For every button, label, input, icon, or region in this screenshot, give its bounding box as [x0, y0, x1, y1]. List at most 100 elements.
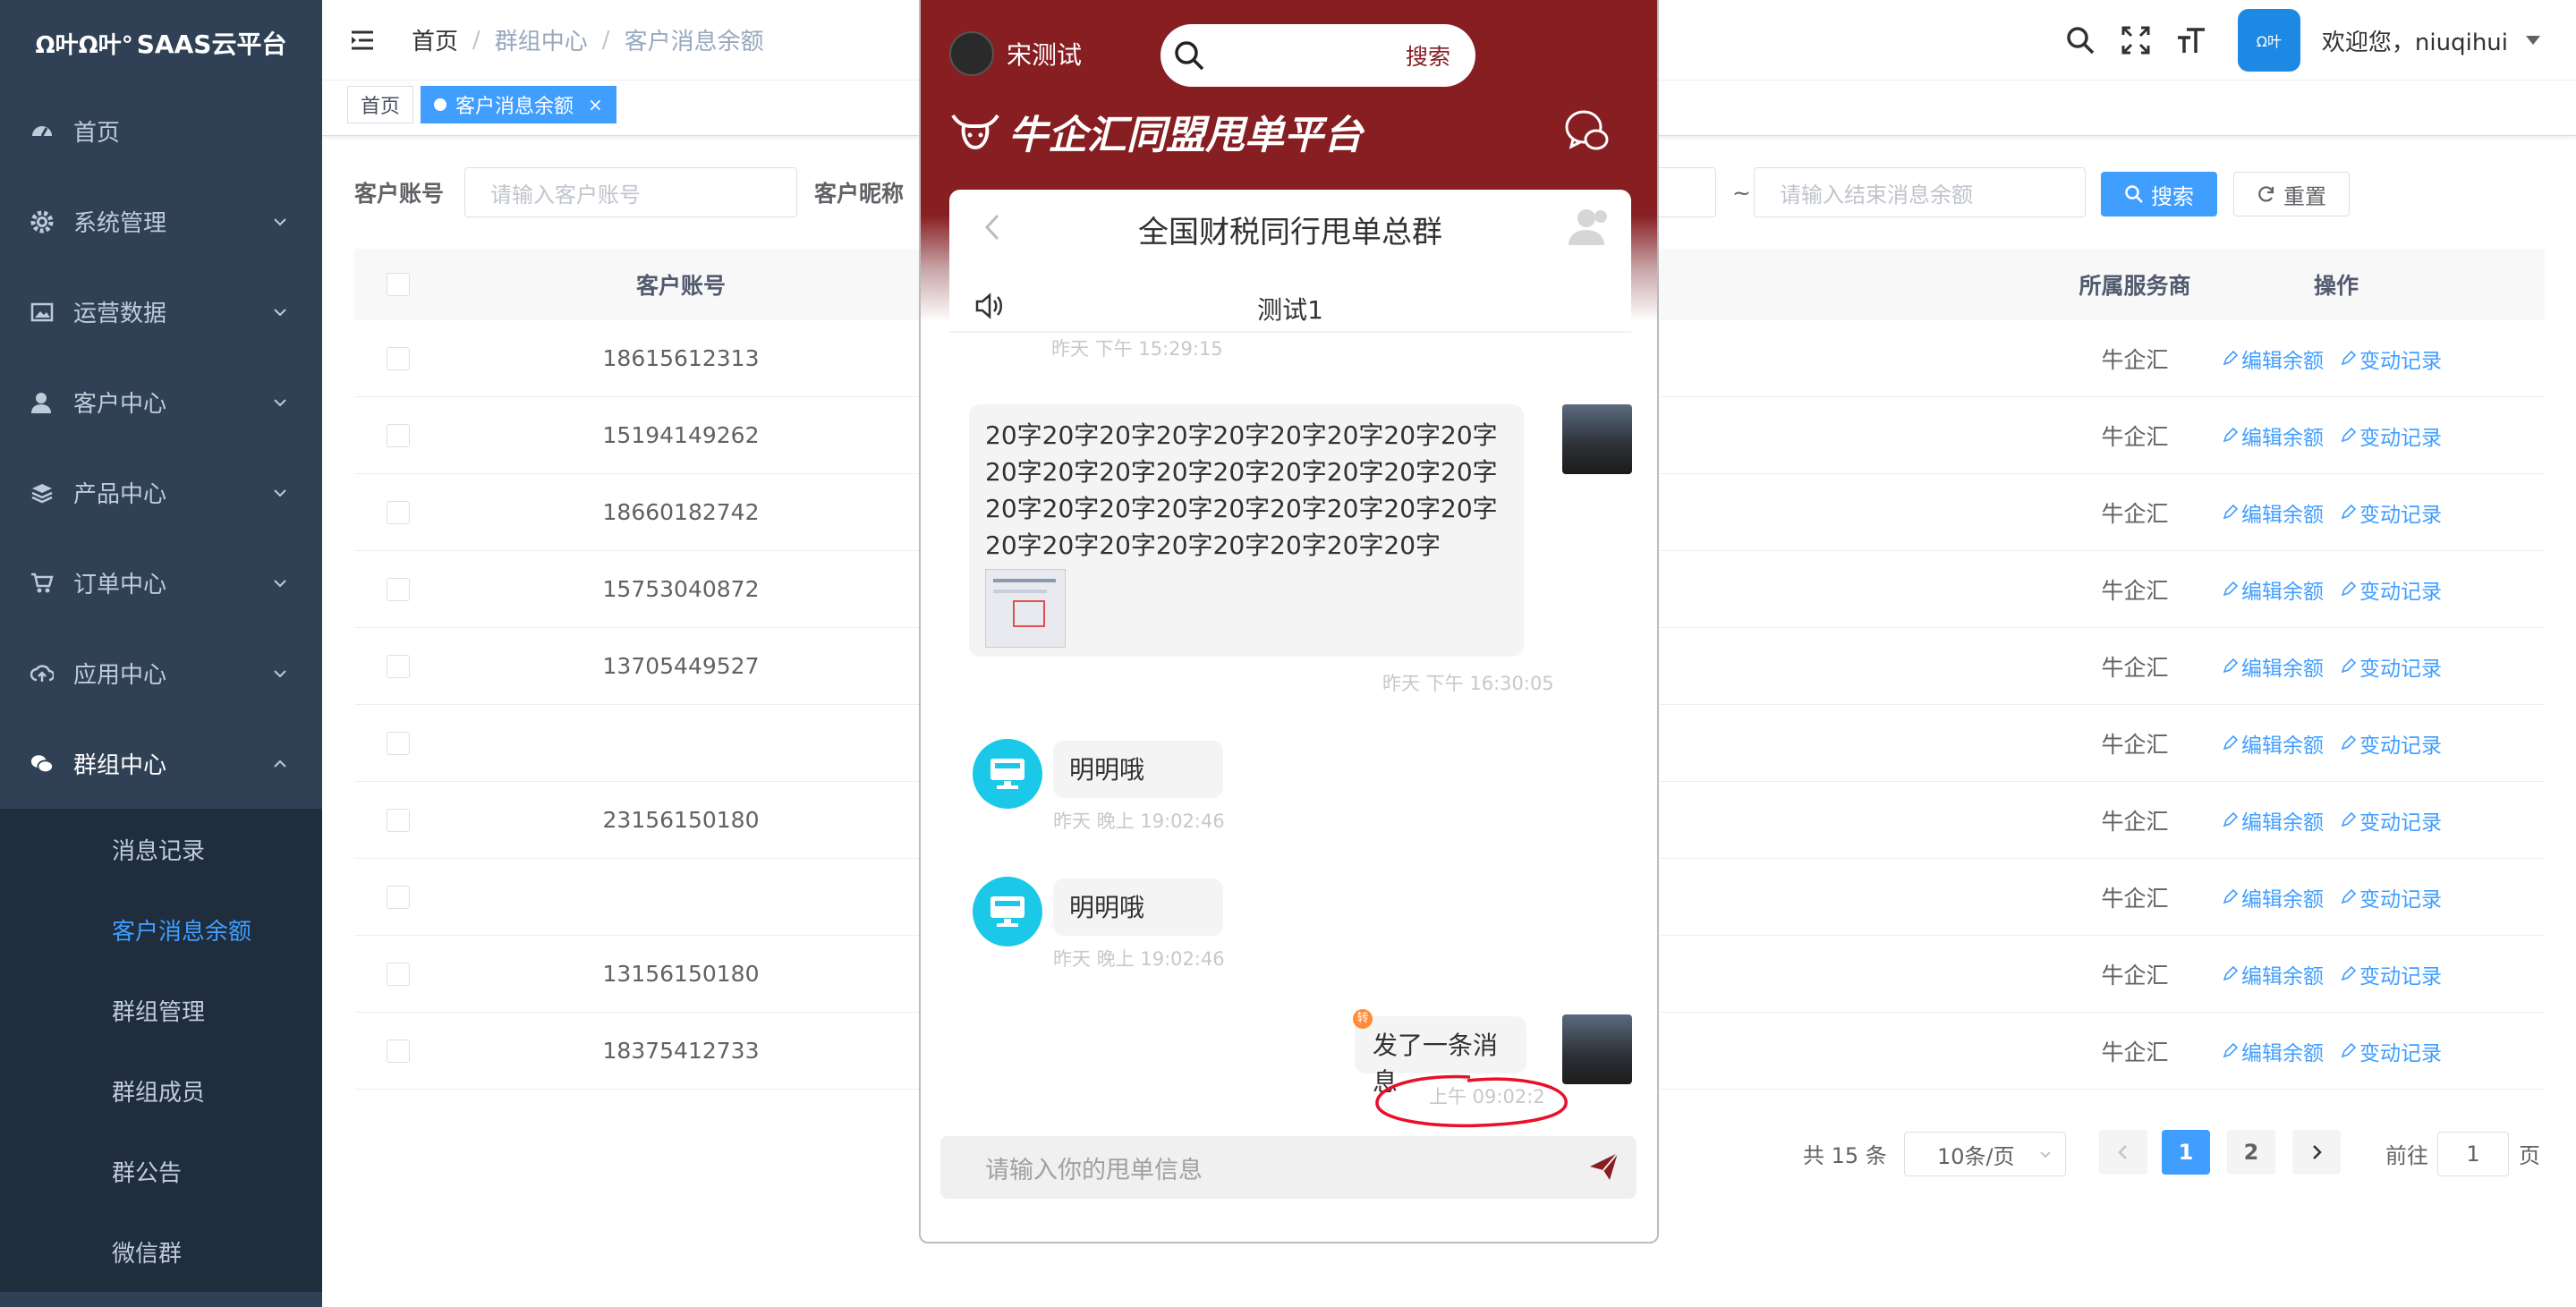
- row-checkbox[interactable]: [387, 732, 410, 755]
- row-checkbox[interactable]: [387, 809, 410, 832]
- page-size-select[interactable]: 10条/页: [1904, 1132, 2066, 1176]
- row-actions: 编辑余额 变动记录: [2222, 474, 2458, 550]
- change-log-label: 变动记录: [2359, 964, 2442, 989]
- message-text: 明明哦: [1069, 893, 1145, 922]
- edit-balance-link[interactable]: 编辑余额: [2222, 805, 2324, 836]
- close-icon[interactable]: ×: [588, 94, 603, 115]
- row-checkbox[interactable]: [387, 578, 410, 601]
- tag-home[interactable]: 首页: [347, 86, 414, 123]
- message-input[interactable]: 请输入你的甩单信息: [940, 1136, 1637, 1199]
- message-bubble-self[interactable]: 转 发了一条消息: [1353, 1009, 1526, 1097]
- edit-balance-link[interactable]: 编辑余额: [2222, 344, 2324, 374]
- breadcrumb-home[interactable]: 首页: [412, 23, 458, 56]
- change-log-link[interactable]: 变动记录: [2340, 959, 2442, 989]
- select-all-checkbox[interactable]: [387, 273, 410, 296]
- change-log-link[interactable]: 变动记录: [2340, 651, 2442, 682]
- sidebar-item-product[interactable]: 产品中心: [0, 447, 322, 538]
- mobile-user[interactable]: 宋测试: [949, 31, 1082, 76]
- edit-balance-link[interactable]: 编辑余额: [2222, 728, 2324, 759]
- row-checkbox[interactable]: [387, 963, 410, 986]
- change-log-label: 变动记录: [2359, 503, 2442, 527]
- sidebar-subitem-message-records[interactable]: 消息记录: [0, 809, 322, 889]
- prev-page-button[interactable]: [2099, 1130, 2147, 1175]
- sidebar-item-system[interactable]: 系统管理: [0, 176, 322, 267]
- edit-balance-label: 编辑余额: [2241, 503, 2324, 527]
- change-log-link[interactable]: 变动记录: [2340, 1036, 2442, 1066]
- change-log-link[interactable]: 变动记录: [2340, 420, 2442, 451]
- chat-bubbles-icon[interactable]: [1564, 107, 1611, 154]
- change-log-link[interactable]: 变动记录: [2340, 344, 2442, 374]
- change-log-label: 变动记录: [2359, 887, 2442, 912]
- user-avatar[interactable]: Ω叶: [2237, 9, 2300, 72]
- welcome-text[interactable]: 欢迎您，niuqihui: [2322, 24, 2508, 57]
- goto-page-input[interactable]: 1: [2437, 1132, 2509, 1176]
- fullscreen-icon[interactable]: [2118, 22, 2154, 58]
- sidebar-item-apps[interactable]: 应用中心: [0, 628, 322, 718]
- row-checkbox[interactable]: [387, 501, 410, 524]
- edit-balance-link[interactable]: 编辑余额: [2222, 497, 2324, 528]
- change-log-label: 变动记录: [2359, 1041, 2442, 1065]
- message-bubble[interactable]: 明明哦: [1053, 878, 1223, 936]
- page-1-button[interactable]: 1: [2162, 1130, 2210, 1175]
- tag-label: 客户消息余额: [455, 96, 574, 118]
- account-input[interactable]: 请输入客户账号: [464, 167, 797, 217]
- message-bubble-long[interactable]: 20字20字20字20字20字20字20字20字20字20字20字20字20字2…: [969, 404, 1524, 657]
- sender-avatar[interactable]: [1562, 404, 1632, 474]
- mobile-search-bar[interactable]: 搜索: [1160, 24, 1475, 87]
- edit-balance-link[interactable]: 编辑余额: [2222, 574, 2324, 605]
- sidebar-item-customer[interactable]: 客户中心: [0, 357, 322, 447]
- change-log-link[interactable]: 变动记录: [2340, 728, 2442, 759]
- chevron-down-icon: [274, 669, 286, 677]
- sidebar-subitem-group-notice[interactable]: 群公告: [0, 1131, 322, 1211]
- sidebar-item-group-center[interactable]: 群组中心: [0, 718, 322, 809]
- reset-button[interactable]: 重置: [2233, 172, 2350, 216]
- caret-down-icon[interactable]: [2526, 36, 2540, 45]
- cell-account: 13156150180: [602, 961, 760, 987]
- computer-avatar-icon[interactable]: [973, 739, 1042, 809]
- mobile-search-label[interactable]: 搜索: [1406, 39, 1450, 72]
- sidebar-item-operations[interactable]: 运营数据: [0, 267, 322, 357]
- bull-logo-icon: [951, 114, 999, 150]
- change-log-link[interactable]: 变动记录: [2340, 882, 2442, 912]
- sidebar-subitem-wechat-group[interactable]: 微信群: [0, 1211, 322, 1292]
- edit-balance-link[interactable]: 编辑余额: [2222, 651, 2324, 682]
- search-icon: [1175, 41, 1204, 71]
- search-button[interactable]: 搜索: [2101, 172, 2217, 216]
- change-log-link[interactable]: 变动记录: [2340, 805, 2442, 836]
- row-actions: 编辑余额 变动记录: [2222, 320, 2458, 396]
- group-notice-bar[interactable]: 测试1: [949, 284, 1631, 333]
- row-checkbox[interactable]: [387, 655, 410, 678]
- sidebar-item-label: 订单中心: [73, 572, 167, 598]
- font-size-icon[interactable]: [2173, 22, 2209, 58]
- sidebar-item-order[interactable]: 订单中心: [0, 538, 322, 628]
- sidebar-subitem-customer-balance[interactable]: 客户消息余额: [0, 889, 322, 970]
- group-members-icon[interactable]: [1567, 206, 1611, 247]
- edit-balance-link[interactable]: 编辑余额: [2222, 1036, 2324, 1066]
- row-checkbox[interactable]: [387, 424, 410, 447]
- row-checkbox[interactable]: [387, 886, 410, 909]
- message-timestamp: 昨天 晚上 19:02:46: [1053, 948, 1225, 970]
- search-icon[interactable]: [2062, 22, 2098, 58]
- computer-avatar-icon[interactable]: [973, 877, 1042, 946]
- edit-balance-link[interactable]: 编辑余额: [2222, 882, 2324, 912]
- edit-balance-label: 编辑余额: [2241, 887, 2324, 912]
- row-checkbox[interactable]: [387, 1040, 410, 1063]
- edit-balance-link[interactable]: 编辑余额: [2222, 959, 2324, 989]
- next-page-button[interactable]: [2292, 1130, 2341, 1175]
- edit-balance-link[interactable]: 编辑余额: [2222, 420, 2324, 451]
- change-log-link[interactable]: 变动记录: [2340, 497, 2442, 528]
- sidebar-item-home[interactable]: 首页: [0, 86, 322, 176]
- send-icon[interactable]: [1588, 1150, 1620, 1183]
- start-balance-input[interactable]: [1659, 167, 1716, 217]
- message-image-thumbnail[interactable]: [985, 569, 1066, 648]
- end-balance-input[interactable]: 请输入结束消息余额: [1754, 167, 2086, 217]
- tag-customer-balance[interactable]: 客户消息余额 ×: [421, 86, 616, 123]
- sidebar-subitem-group-members[interactable]: 群组成员: [0, 1050, 322, 1131]
- page-2-button[interactable]: 2: [2227, 1130, 2275, 1175]
- change-log-link[interactable]: 变动记录: [2340, 574, 2442, 605]
- sidebar-subitem-group-management[interactable]: 群组管理: [0, 970, 322, 1050]
- hamburger-icon[interactable]: [349, 27, 376, 54]
- mobile-preview: 宋测试 搜索 牛企汇同盟甩单平台 全国财税同行甩单总群 测试1 昨天 下午 15…: [919, 0, 1659, 1243]
- message-bubble[interactable]: 明明哦: [1053, 741, 1223, 798]
- row-checkbox[interactable]: [387, 347, 410, 370]
